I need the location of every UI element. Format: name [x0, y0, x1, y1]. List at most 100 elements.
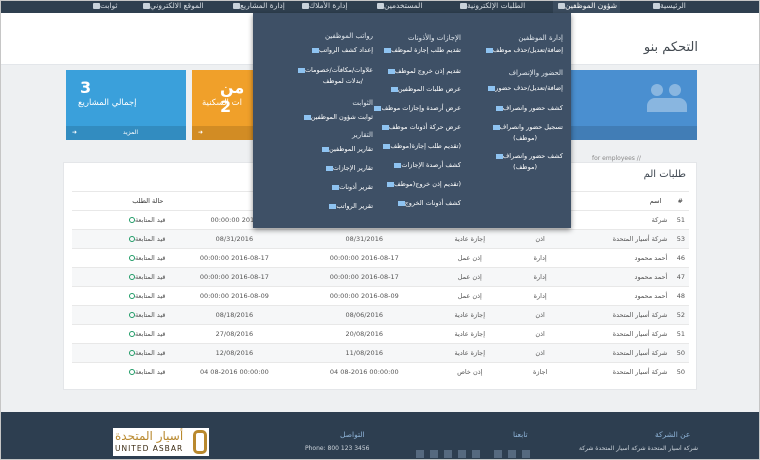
category-cell: إجازة عادية — [429, 343, 511, 363]
globe-icon — [143, 3, 150, 9]
table-row[interactable]: قيد المتابعة 00:00:00 2016-08-17 00:00:00 … — [72, 267, 689, 287]
column-header-number: # — [667, 191, 689, 211]
menu-item-hr-constants[interactable]: ثوابت شؤون الموظفين — [301, 113, 373, 121]
nav-settings[interactable]: ثوابت — [88, 0, 121, 13]
wrench-icon — [93, 3, 100, 9]
menu-item-exit-permits-sheet[interactable]: كشف أذونات الخروج — [395, 199, 461, 207]
users-icon — [485, 47, 493, 53]
nav-projects[interactable]: إدارة المشاريع — [228, 0, 288, 13]
google-plus-icon[interactable] — [494, 450, 502, 458]
stat-card-projects[interactable]: 3 إجمالي المشاريع ➜ المزيد — [66, 70, 186, 140]
facebook-icon[interactable] — [416, 450, 424, 458]
stat-footer[interactable] — [571, 126, 697, 140]
menu-item-salaries-report[interactable]: تقرير الرواتب — [326, 202, 373, 210]
menu-item-leaves-reports[interactable]: تقارير الإجازات — [323, 164, 373, 172]
rss-icon[interactable] — [472, 450, 480, 458]
building-icon — [302, 3, 309, 9]
start-date-cell: 00:00:00 2016-08-17 — [299, 267, 430, 287]
type-cell: اذن — [510, 343, 570, 363]
number-cell: 51 — [667, 210, 689, 230]
top-navigation: ثوابت الموقع الالكتروني إدارة المشاريع إ… — [0, 0, 760, 13]
list-icon — [387, 68, 395, 74]
number-cell: 52 — [667, 305, 689, 325]
table-row[interactable]: قيد المتابعة 00:00:00 2016-08-09 00:00:00 … — [72, 286, 689, 306]
stat-footer[interactable]: ➜ — [192, 126, 254, 140]
start-date-cell: 11/08/2016 — [299, 343, 430, 363]
users-icon — [645, 84, 693, 114]
menu-item-register-attendance-sub[interactable]: (موظف) — [513, 134, 537, 142]
menu-item-leave-request[interactable]: تقديم طلب إجازة لموظف — [381, 46, 461, 54]
name-cell: شركة أسيار المتحدة — [569, 324, 668, 344]
menu-item-register-attendance[interactable]: تسجيل حضور وانصراف — [490, 123, 563, 131]
briefcase-icon — [492, 124, 500, 130]
youtube-icon[interactable] — [458, 450, 466, 458]
twitter-icon[interactable] — [430, 450, 438, 458]
stat-card-residential[interactable]: من 2 ات السكنية ➜ — [192, 70, 254, 140]
menu-item-permits-report[interactable]: تقرير أذونات — [329, 183, 373, 191]
stat-value: 3 — [80, 78, 92, 97]
send-icon — [460, 3, 467, 9]
end-date-cell: 08/31/2016 — [169, 229, 300, 249]
number-cell: 46 — [667, 248, 689, 268]
nav-users[interactable]: المستخدمين — [372, 0, 425, 13]
menu-item-add-employee[interactable]: إضافة/تعديل/حذف موظف — [483, 46, 563, 54]
sitemap-icon — [325, 165, 333, 171]
menu-item-bonuses[interactable]: علاوات/مكافآت/خصومات — [295, 66, 373, 74]
menu-item-employees-reports[interactable]: تقارير الموظفين — [319, 145, 373, 153]
list-icon — [386, 181, 394, 187]
menu-item-exit-permit[interactable]: تقديم إذن خروج لموظف — [385, 67, 461, 75]
menu-item-attendance-report[interactable]: كشف حضور وانصراف — [493, 104, 563, 112]
nav-assets[interactable]: إدارة الأملاك — [297, 0, 350, 13]
nav-electronic-requests[interactable]: الطلبات الإلكترونية — [455, 0, 528, 13]
menu-item-attendance-sheet-sub[interactable]: (موظف) — [513, 163, 537, 171]
menu-heading-reports: التقارير — [351, 131, 373, 139]
nav-employees-affairs[interactable]: شؤون الموظفين — [553, 0, 620, 13]
linkedin-icon[interactable] — [444, 450, 452, 458]
table-row[interactable]: قيد المتابعة 27/08/2016 20/08/2016 إجازة عا… — [72, 324, 689, 344]
category-cell: إذن عمل — [429, 248, 511, 268]
start-date-cell: 00:00:00 2016-08-17 — [299, 248, 430, 268]
start-date-cell: 04 08-2016 00:00:00 — [299, 362, 430, 382]
name-cell: شركة أسيار المتحدة — [569, 305, 668, 325]
logo-mark-icon — [193, 430, 207, 454]
table-row[interactable]: قيد المتابعة 00:00:00 2016-08-17 00:00:00 … — [72, 248, 689, 268]
type-cell: اذن — [510, 324, 570, 344]
menu-heading-salaries: رواتب الموظفين — [324, 32, 373, 40]
arrow-icon: ➜ — [72, 129, 78, 136]
menu-item-employee-leave-request[interactable]: (تقديم طلب إجازة(موظف — [380, 142, 461, 150]
breadcrumb: for employees // — [592, 155, 641, 162]
instagram-icon[interactable] — [522, 450, 530, 458]
menu-item-bonuses-sub[interactable]: /بدلات لموظف — [323, 77, 363, 85]
category-cell: إجازة عادية — [429, 324, 511, 344]
list-icon — [397, 200, 405, 206]
stat-card-employees[interactable] — [571, 70, 697, 140]
money-icon — [297, 67, 305, 73]
page-title: التحكم بنو — [643, 40, 698, 55]
pinterest-icon[interactable] — [508, 450, 516, 458]
menu-item-employee-exit-permit[interactable]: (تقديم إذن خروج(موظف — [384, 180, 461, 188]
menu-heading-constants: الثوابت — [352, 99, 373, 107]
menu-item-leave-balances-sheet[interactable]: كشف أرصدة الإجازات — [391, 161, 461, 169]
nav-home[interactable]: الرئيسية — [648, 0, 689, 13]
users-icon — [377, 3, 384, 9]
number-cell: 51 — [667, 324, 689, 344]
menu-item-permit-movements[interactable]: عرض حركة أذونات موظف — [379, 123, 461, 131]
table-row[interactable]: قيد المتابعة 12/08/2016 11/08/2016 إجازة عا… — [72, 343, 689, 363]
menu-item-attendance-sheet[interactable]: كشف حضور وانصراف — [493, 152, 563, 160]
category-cell: إذن خاص — [429, 362, 511, 382]
nav-website[interactable]: الموقع الالكتروني — [138, 0, 207, 13]
table-row[interactable]: قيد المتابعة 08/31/2016 08/31/2016 إجازة عا… — [72, 229, 689, 249]
menu-item-payroll[interactable]: إعداد كشف الرواتب — [309, 46, 373, 54]
table-row[interactable]: قيد المتابعة 08/18/2016 08/06/2016 إجازة عا… — [72, 305, 689, 325]
status-cell: قيد المتابعة — [72, 248, 170, 268]
table-row[interactable]: قيد المتابعة 04 08-2016 00:00:00 04 08-201… — [72, 362, 689, 382]
menu-item-add-attendance[interactable]: إضافة/تعديل/حذف حضور — [485, 84, 563, 92]
menu-item-view-requests[interactable]: عرض طلبات الموظفين — [388, 85, 461, 93]
type-cell: إدارة — [510, 248, 570, 268]
stat-footer[interactable]: ➜ المزيد — [66, 126, 186, 140]
column-header-status: حالة الطلب — [72, 191, 170, 211]
type-cell: اجازة — [510, 362, 570, 382]
category-cell: إذن عمل — [429, 286, 511, 306]
menu-item-leave-balances[interactable]: عرض أرصدة وإجازات موظف — [371, 104, 461, 112]
stat-label: إجمالي المشاريع — [78, 98, 137, 108]
